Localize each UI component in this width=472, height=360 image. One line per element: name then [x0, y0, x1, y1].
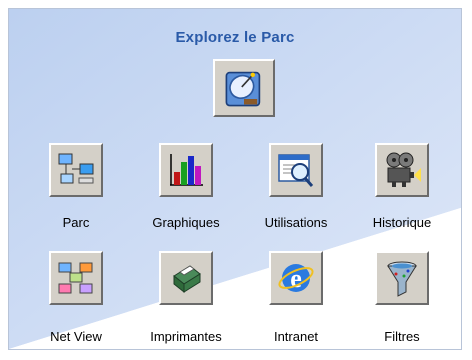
filtres-label: Filtres: [384, 329, 420, 344]
satellite-dish-icon: [225, 71, 261, 107]
printer-icon: [173, 265, 201, 294]
parc-label: Parc: [62, 215, 90, 230]
internet-explorer-icon: e: [278, 264, 314, 293]
page-title: Explorez le Parc: [175, 29, 295, 46]
filter-funnel-icon: [387, 261, 417, 297]
graphiques-label: Graphiques: [152, 215, 220, 230]
film-projector-icon: [386, 152, 421, 187]
parc-button[interactable]: [49, 143, 103, 197]
bar-chart-icon: [170, 154, 203, 186]
imprimantes-button[interactable]: [159, 251, 213, 305]
net-view-button[interactable]: [49, 251, 103, 305]
filtres-button[interactable]: [375, 251, 429, 305]
network-view-icon: [58, 262, 93, 294]
historique-label: Historique: [372, 215, 432, 230]
intranet-button[interactable]: e: [269, 251, 323, 305]
historique-button[interactable]: [375, 143, 429, 197]
imprimantes-label: Imprimantes: [150, 329, 222, 344]
utilisations-button[interactable]: [269, 143, 323, 197]
explore-main-button[interactable]: [213, 59, 275, 117]
intranet-label: Intranet: [273, 329, 319, 344]
graphiques-button[interactable]: [159, 143, 213, 197]
window-magnifier-icon: [278, 154, 314, 187]
explore-panel: Explorez le Parc Parc Graphiques Utilisa…: [8, 8, 462, 350]
network-computers-icon: [58, 153, 94, 184]
utilisations-label: Utilisations: [264, 215, 328, 230]
net-view-label: Net View: [50, 329, 102, 344]
